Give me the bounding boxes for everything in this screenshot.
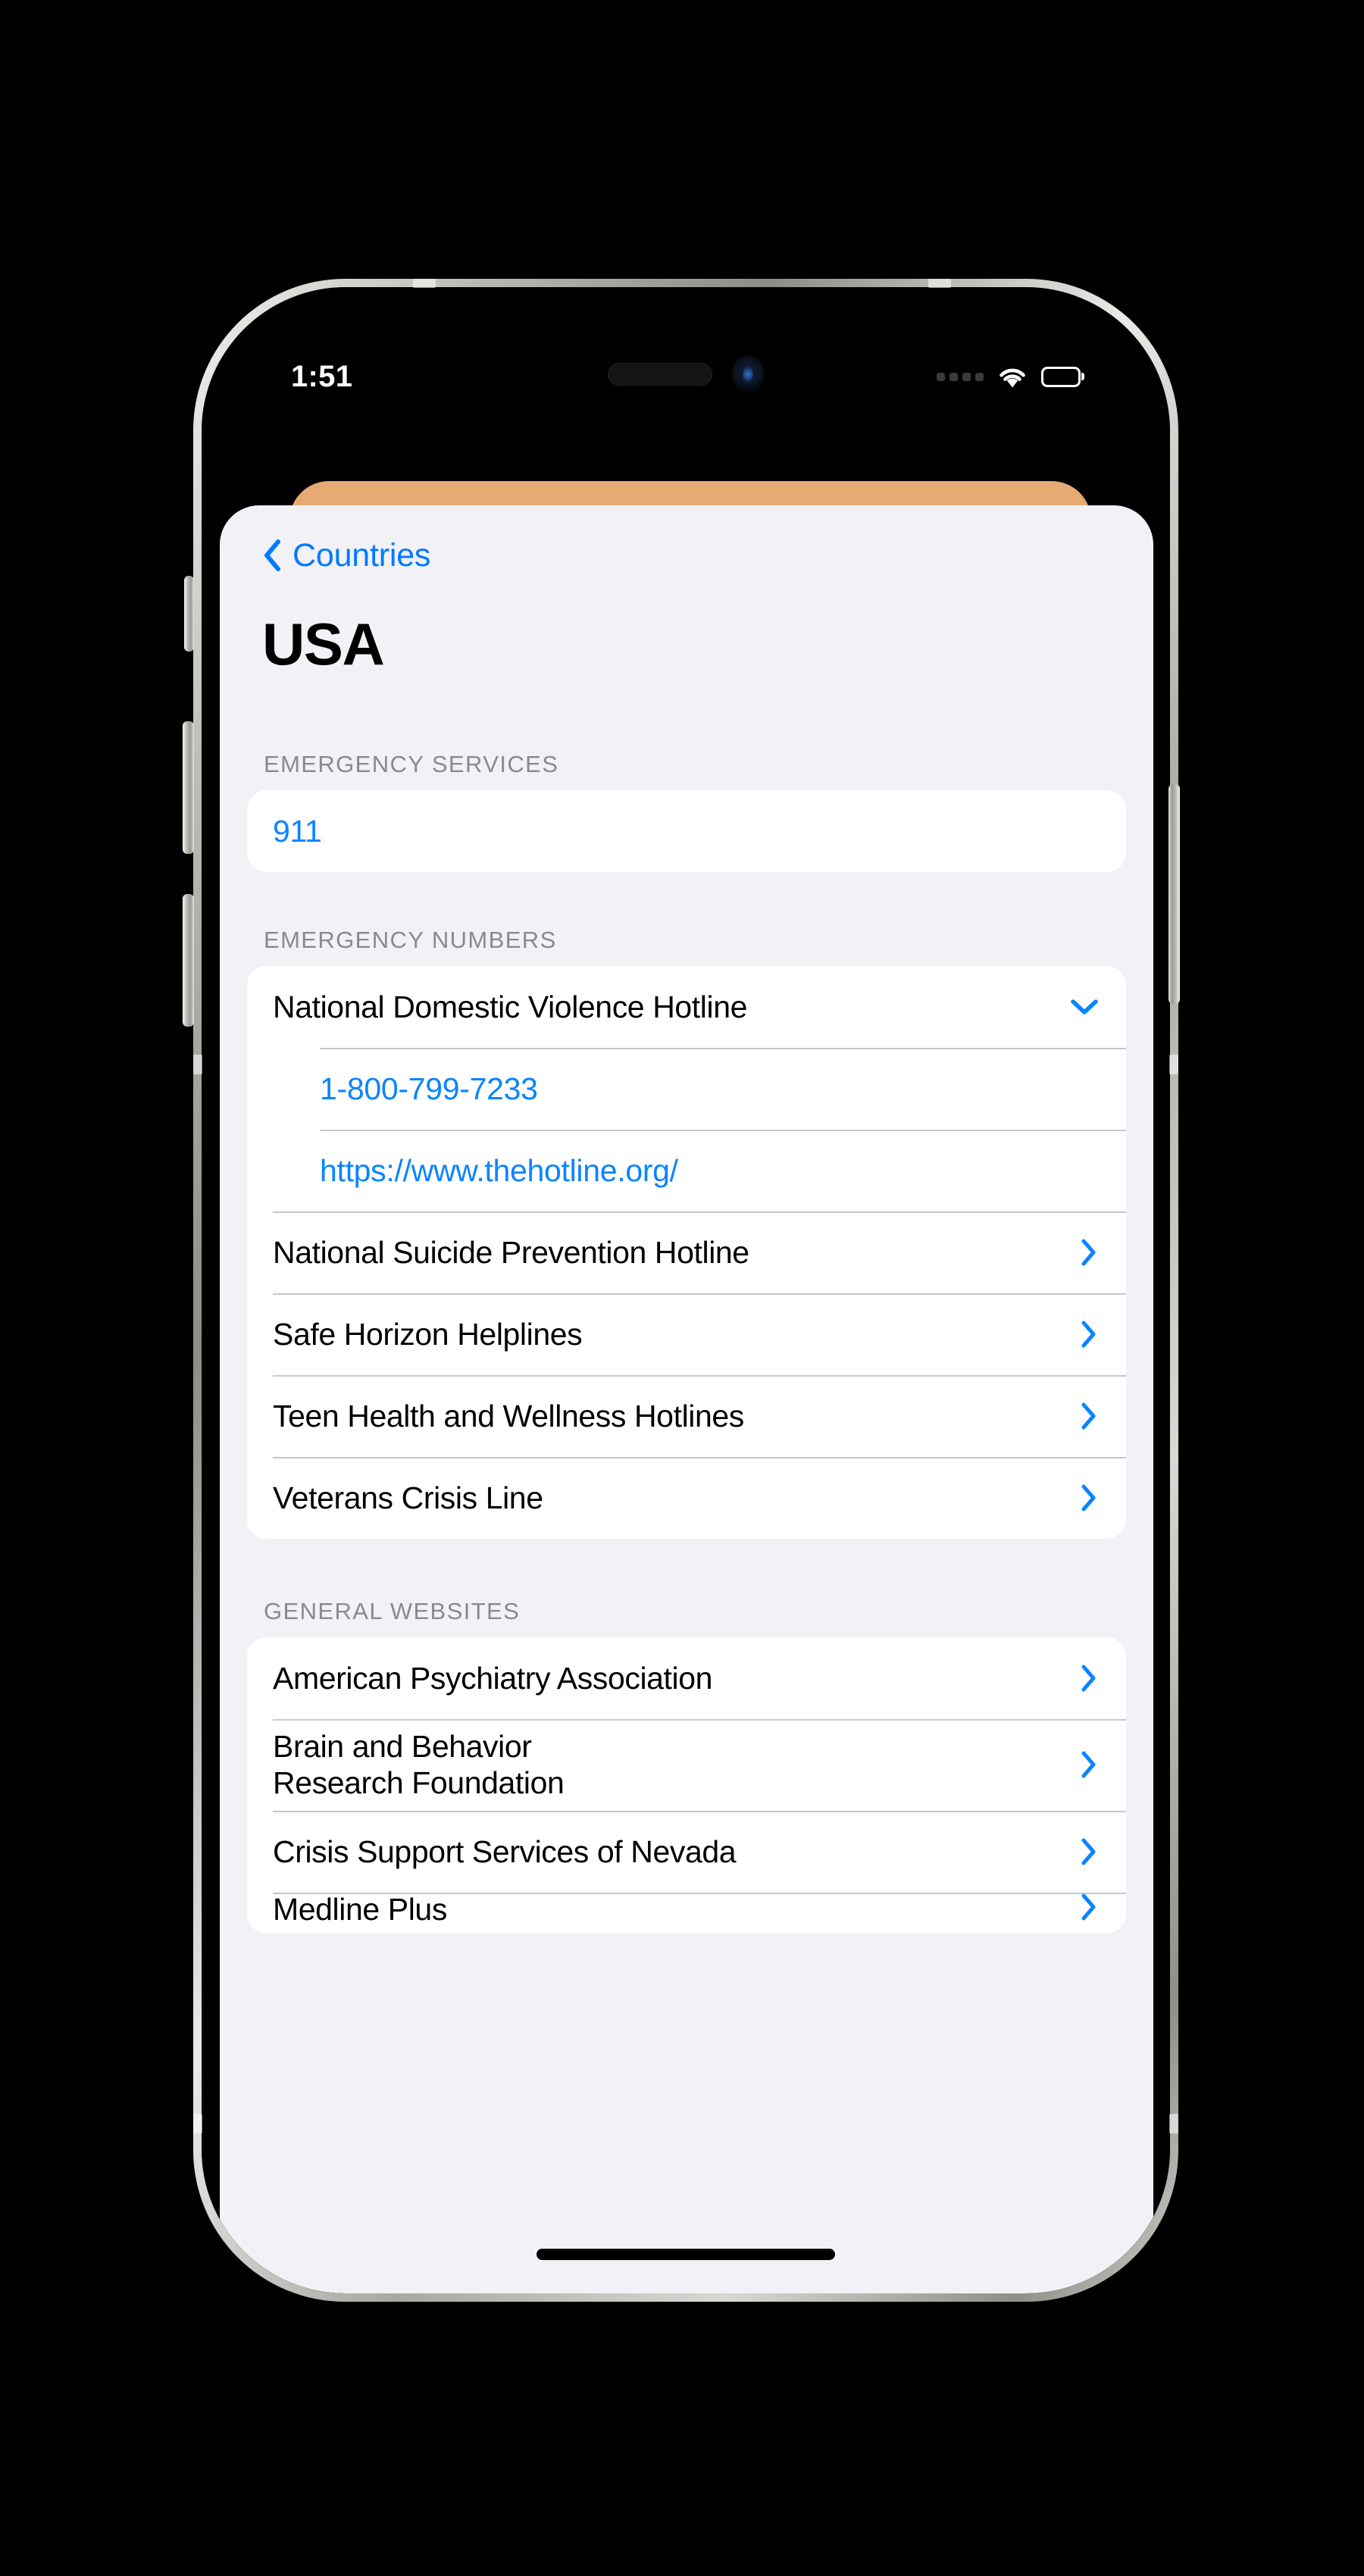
list-item-label: Medline Plus [273, 1892, 447, 1927]
list-item-crisis-support-services-nevada[interactable]: Crisis Support Services of Nevada [247, 1810, 1126, 1893]
list-item-label: National Suicide Prevention Hotline [273, 1234, 749, 1270]
list-group-emergency-services: 911 [247, 790, 1126, 872]
list-group-emergency-numbers: National Domestic Violence Hotline 1-800… [247, 966, 1126, 1539]
chevron-right-icon[interactable] [1081, 1238, 1097, 1267]
phone-screen: 1:51 Countries USA EMERGENCY SERVICES 91… [202, 287, 1170, 2293]
screenshot-stage: 1:51 Countries USA EMERGENCY SERVICES 91… [0, 0, 1364, 2576]
list-item-american-psychiatry-association[interactable]: American Psychiatry Association [247, 1637, 1126, 1719]
list-item-label: Crisis Support Services of Nevada [273, 1834, 737, 1869]
list-item-label: Veterans Crisis Line [273, 1480, 543, 1515]
list-item-domestic-violence-hotline[interactable]: National Domestic Violence Hotline [247, 966, 1126, 1048]
battery-icon [1041, 366, 1081, 387]
power-button[interactable] [1168, 784, 1180, 1004]
antenna-band [928, 279, 951, 288]
antenna-band [193, 1055, 202, 1074]
list-item-label: Teen Health and Wellness Hotlines [273, 1398, 744, 1433]
chevron-down-icon[interactable] [1070, 999, 1099, 1015]
phone-device-frame: 1:51 Countries USA EMERGENCY SERVICES 91… [193, 279, 1178, 2302]
volume-down-button[interactable] [183, 894, 194, 1027]
wifi-icon [1000, 368, 1025, 388]
page-title: USA [262, 611, 385, 677]
section-general-websites: GENERAL WEBSITES American Psychiatry Ass… [220, 1598, 1153, 1934]
back-button[interactable]: Countries [262, 539, 430, 572]
list-item-veterans-crisis-line[interactable]: Veterans Crisis Line [247, 1457, 1126, 1539]
antenna-band [1169, 2114, 1178, 2134]
section-header-general-websites: GENERAL WEBSITES [264, 1598, 521, 1624]
section-emergency-numbers: EMERGENCY NUMBERS National Domestic Viol… [220, 927, 1153, 1539]
volume-up-button[interactable] [183, 721, 194, 854]
list-item-label: Safe Horizon Helplines [273, 1316, 583, 1352]
chevron-right-icon[interactable] [1081, 1320, 1097, 1349]
list-item-teen-health-hotlines[interactable]: Teen Health and Wellness Hotlines [247, 1375, 1126, 1457]
chevron-right-icon[interactable] [1081, 1402, 1097, 1430]
list-item-emergency-number[interactable]: 911 [247, 790, 1126, 872]
hotline-phone-link[interactable]: 1-800-799-7233 [320, 1073, 538, 1105]
list-item-hotline-phone[interactable]: 1-800-799-7233 [247, 1048, 1126, 1130]
list-item-medline-plus[interactable]: Medline Plus [247, 1892, 1126, 1934]
antenna-band [193, 2114, 202, 2134]
hotline-website-link[interactable]: https://www.thehotline.org/ [320, 1155, 678, 1186]
section-header-emergency-services: EMERGENCY SERVICES [264, 751, 559, 777]
app-sheet: Countries USA EMERGENCY SERVICES 911 EME… [220, 505, 1153, 2293]
chevron-right-icon[interactable] [1081, 1750, 1097, 1779]
chevron-right-icon[interactable] [1081, 1893, 1097, 1921]
list-group-general-websites: American Psychiatry Association Brain an… [247, 1637, 1126, 1934]
list-item-suicide-prevention-hotline[interactable]: National Suicide Prevention Hotline [247, 1211, 1126, 1293]
home-indicator[interactable] [537, 2249, 835, 2260]
section-emergency-services: EMERGENCY SERVICES 911 [220, 751, 1153, 872]
antenna-band [413, 279, 436, 288]
list-item-hotline-website[interactable]: https://www.thehotline.org/ [247, 1130, 1126, 1211]
chevron-right-icon[interactable] [1081, 1664, 1097, 1693]
phone-bezel: 1:51 Countries USA EMERGENCY SERVICES 91… [202, 287, 1170, 2293]
list-item-brain-behavior-research-foundation[interactable]: Brain and Behavior Research Foundation [247, 1719, 1126, 1811]
list-item-safe-horizon-helplines[interactable]: Safe Horizon Helplines [247, 1293, 1126, 1375]
list-item-label: Brain and Behavior Research Foundation [273, 1729, 565, 1801]
navigation-bar: Countries [220, 505, 1153, 572]
chevron-right-icon[interactable] [1081, 1837, 1097, 1866]
chevron-left-icon [264, 539, 280, 571]
status-indicators [937, 364, 1081, 389]
list-item-label: National Domestic Violence Hotline [273, 989, 748, 1024]
signal-dots-icon [937, 372, 984, 381]
list-item-label: American Psychiatry Association [273, 1660, 713, 1696]
silence-switch-button[interactable] [184, 576, 194, 652]
section-header-emergency-numbers: EMERGENCY NUMBERS [264, 927, 557, 953]
antenna-band [1169, 1055, 1178, 1074]
status-bar: 1:51 [202, 354, 1170, 399]
back-button-label: Countries [293, 536, 431, 574]
emergency-number-link[interactable]: 911 [273, 815, 322, 847]
chevron-right-icon[interactable] [1081, 1483, 1097, 1512]
status-time: 1:51 [291, 360, 353, 393]
